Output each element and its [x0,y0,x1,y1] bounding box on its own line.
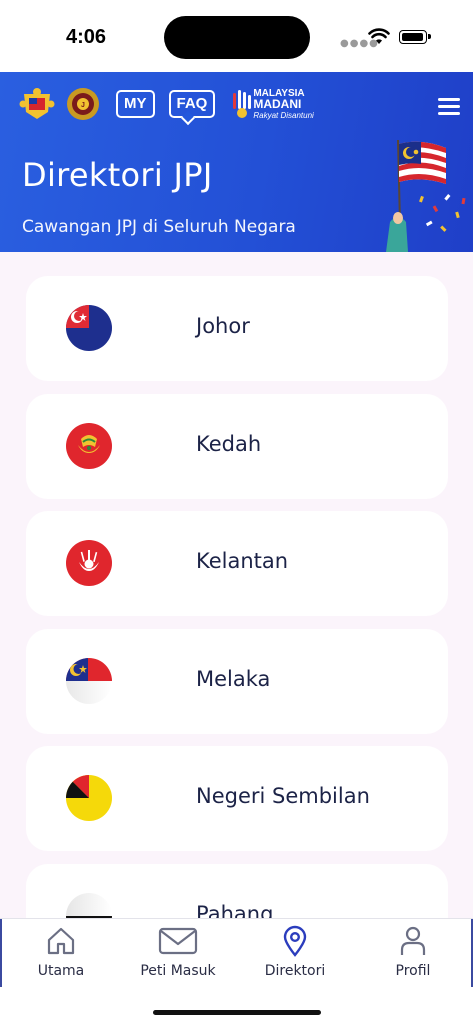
tab-direktori[interactable]: Direktori [240,925,350,979]
state-card-kelantan[interactable]: Kelantan [26,511,448,616]
kelantan-flag-icon [66,540,112,586]
wifi-icon [368,28,390,44]
tab-label: Profil [395,963,431,979]
tab-label: Peti Masuk [140,963,216,979]
my-logo[interactable]: MY [116,90,155,118]
hamburger-menu-icon[interactable] [438,98,460,115]
malaysia-madani-logo: MALAYSIA MADANI Rakyat Disantuni [231,88,314,121]
faq-logo[interactable]: FAQ [168,90,216,118]
battery-icon [399,30,431,44]
tab-bar-left-edge [0,919,2,987]
johor-flag-icon [66,305,112,351]
location-pin-icon [283,925,307,957]
status-bar: 4:06 ●●●● [0,0,473,72]
page-subtitle: Cawangan JPJ di Seluruh Negara [22,217,296,237]
state-list: Johor Kedah Kelantan Melaka Negeri Sembi… [26,276,448,981]
person-icon [400,926,426,955]
madani-line-3: Rakyat Disantuni [253,110,314,120]
dynamic-island [164,16,310,59]
state-label: Kedah [196,431,262,456]
svg-text:J: J [81,102,85,109]
kedah-flag-icon [66,422,112,469]
state-label: Kelantan [196,549,289,573]
tab-peti-masuk[interactable]: Peti Masuk [123,925,233,979]
state-card-melaka[interactable]: Melaka [26,628,448,734]
jpj-emblem-icon: J [67,88,99,120]
home-icon [47,927,75,955]
tab-label: Direktori [264,963,326,979]
tab-profil[interactable]: Profil [358,925,468,979]
state-card-negeri-sembilan[interactable]: Negeri Sembilan [26,746,448,851]
tab-utama[interactable]: Utama [6,925,116,979]
tab-label: Utama [37,963,85,979]
state-card-johor[interactable]: Johor [26,276,448,381]
home-indicator [153,1010,321,1015]
madani-emblem-icon [233,90,252,118]
header-logos: J MY FAQ MALAYSIA MADANI Rakyat Disantun… [18,86,314,122]
bottom-tab-bar: Utama Peti Masuk Direktori Profil [0,918,473,1025]
state-label: Johor [196,314,250,338]
page-title: Direktori JPJ [22,156,213,194]
directory-header: J MY FAQ MALAYSIA MADANI Rakyat Disantun… [0,72,473,252]
government-crest-icon [19,88,55,119]
negeri-sembilan-flag-icon [66,775,112,821]
state-card-kedah[interactable]: Kedah [26,393,448,499]
madani-line-2: MADANI [253,96,302,111]
status-time: 4:06 [66,26,107,48]
state-label: Melaka [196,666,271,691]
mail-icon [158,927,198,955]
state-label: Negeri Sembilan [196,784,370,808]
malaysia-flag-illustration-icon [386,139,466,252]
melaka-flag-icon [66,657,112,704]
